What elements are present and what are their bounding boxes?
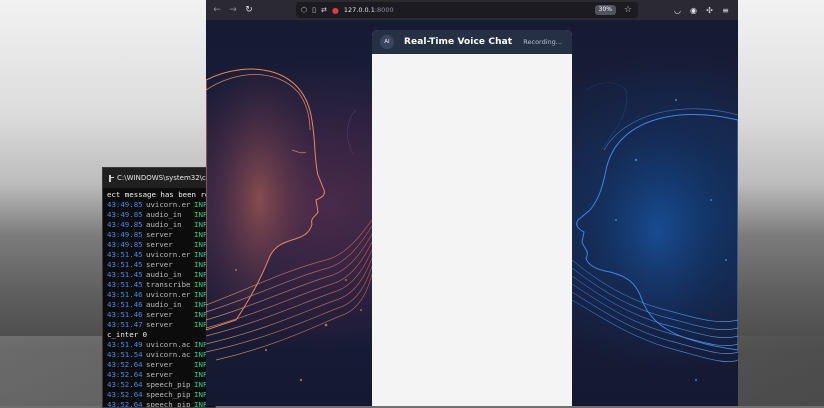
cmd-timestamp: 43:51.46 <box>107 290 143 299</box>
zoom-indicator[interactable]: 30% <box>594 5 616 15</box>
cmd-timestamp: 43:49.85 <box>107 230 143 239</box>
cmd-timestamp: 43:51.46 <box>107 310 143 319</box>
toolbar-right-icons: ◡ ◉ ✣ ≡ <box>673 0 730 20</box>
cmd-line: 43:49.85 audio_in INF <box>107 210 215 220</box>
reload-icon[interactable]: ↻ <box>241 5 257 15</box>
cmd-timestamp: 43:51.45 <box>107 270 143 279</box>
cmd-line: 43:49.85 audio_in INF <box>107 220 215 230</box>
cmd-text: c_inter 0 <box>107 330 148 339</box>
url-text[interactable]: 127.0.0.1:8000 <box>344 6 394 14</box>
chat-header: AI Real-Time Voice Chat Recording... <box>372 30 572 54</box>
cmd-line: 43:51.54 uvicorn.ac INF <box>107 350 215 360</box>
cmd-line: 43:51.45 audio_in INF <box>107 270 215 280</box>
url-port: :8000 <box>374 6 394 14</box>
cmd-line: 43:49.85 server INF <box>107 230 215 240</box>
cmd-line: c_inter 0 <box>107 330 215 340</box>
browser-window[interactable]: ← → ↻ ⬡ ▯ ⇄ ● 127.0.0.1:8000 30% ☆ ◡ ◉ ✣… <box>206 0 738 406</box>
cmd-module: server <box>146 370 173 379</box>
cmd-line: 43:51.45 transcribe INF <box>107 280 215 290</box>
cmd-line: 43:49.85 uvicorn.er INF <box>107 200 215 210</box>
browser-toolbar: ← → ↻ ⬡ ▯ ⇄ ● 127.0.0.1:8000 30% ☆ ◡ ◉ ✣… <box>206 0 738 20</box>
cmd-timestamp: 43:51.47 <box>107 320 143 329</box>
account-icon[interactable]: ◉ <box>689 6 698 15</box>
cmd-timestamp: 43:52.64 <box>107 360 143 369</box>
cmd-text: ect message has been re <box>107 190 210 199</box>
pocket-icon[interactable]: ◡ <box>673 6 682 15</box>
url-bar[interactable]: ⬡ ▯ ⇄ ● 127.0.0.1:8000 30% ☆ <box>296 2 638 18</box>
ai-avatar: AI <box>380 35 394 49</box>
cmd-module: speech_pip <box>146 400 191 408</box>
cmd-line: 43:51.46 uvicorn.er INF <box>107 290 215 300</box>
back-icon[interactable]: ← <box>209 5 225 15</box>
cmd-line: 43:51.46 server INF <box>107 310 215 320</box>
cmd-timestamp: 43:51.46 <box>107 300 143 309</box>
cmd-module: server <box>146 310 173 319</box>
cmd-line: 43:49.85 server INF <box>107 240 215 250</box>
cmd-module: server <box>146 230 173 239</box>
cmd-module: uvicorn.ac <box>146 340 191 349</box>
cmd-window[interactable]: C:\WINDOWS\system32\cmd. ect message has… <box>102 167 216 408</box>
cmd-module: speech_pip <box>146 380 191 389</box>
cmd-timestamp: 43:51.54 <box>107 350 143 359</box>
terminal-icon <box>109 174 114 182</box>
forward-icon[interactable]: → <box>225 5 241 15</box>
page-viewport: AI Real-Time Voice Chat Recording... <box>206 20 738 406</box>
cmd-module: uvicorn.er <box>146 290 191 299</box>
cmd-timestamp: 43:51.45 <box>107 260 143 269</box>
cmd-module: audio_in <box>146 300 182 309</box>
shield-icon[interactable]: ⬡ <box>301 6 307 14</box>
cmd-timestamp: 43:51.49 <box>107 340 143 349</box>
cmd-module: server <box>146 260 173 269</box>
cmd-line: 43:52.64 speech_pip INF <box>107 390 215 400</box>
bookmark-star-icon[interactable]: ☆ <box>624 2 632 18</box>
cmd-output: ect message has been re 43:49.85 uvicorn.e… <box>103 188 215 408</box>
cmd-module: uvicorn.er <box>146 250 191 259</box>
cmd-line: 43:51.46 audio_in INF <box>107 300 215 310</box>
cmd-module: server <box>146 360 173 369</box>
page-info-icon[interactable]: ▯ <box>312 6 316 14</box>
cmd-timestamp: 43:52.64 <box>107 390 143 399</box>
cmd-module: uvicorn.ac <box>146 350 191 359</box>
microphone-icon[interactable]: ● <box>332 6 339 15</box>
cmd-line: 43:51.45 server INF <box>107 260 215 270</box>
cmd-timestamp: 43:51.45 <box>107 280 143 289</box>
cmd-module: audio_in <box>146 270 182 279</box>
cmd-line: 43:51.49 uvicorn.ac INF <box>107 340 215 350</box>
chat-title: Real-Time Voice Chat <box>404 37 513 47</box>
cmd-timestamp: 43:52.64 <box>107 380 143 389</box>
cmd-module: server <box>146 240 173 249</box>
cmd-timestamp: 43:49.85 <box>107 210 143 219</box>
cmd-module: audio_in <box>146 220 182 229</box>
cmd-timestamp: 43:49.85 <box>107 220 143 229</box>
cmd-line: 43:51.45 uvicorn.er INF <box>107 250 215 260</box>
cmd-module: server <box>146 320 173 329</box>
cmd-module: uvicorn.er <box>146 200 191 209</box>
cmd-timestamp: 43:52.64 <box>107 400 143 408</box>
cmd-timestamp: 43:52.64 <box>107 370 143 379</box>
cmd-line: 43:52.64 speech_pip INF <box>107 400 215 408</box>
cmd-line: ect message has been re <box>107 190 215 200</box>
chat-messages-area[interactable] <box>372 54 572 406</box>
cmd-timestamp: 43:49.85 <box>107 240 143 249</box>
cmd-module: speech_pip <box>146 390 191 399</box>
cmd-line: 43:51.47 server INF <box>107 320 215 330</box>
menu-icon[interactable]: ≡ <box>721 6 730 15</box>
permissions-icon[interactable]: ⇄ <box>321 6 327 14</box>
extensions-icon[interactable]: ✣ <box>705 6 714 15</box>
recording-status: Recording... <box>523 38 562 46</box>
cmd-timestamp: 43:51.45 <box>107 250 143 259</box>
cmd-line: 43:52.64 speech_pip INF <box>107 380 215 390</box>
cmd-timestamp: 43:49.85 <box>107 200 143 209</box>
cmd-line: 43:52.64 server INF <box>107 370 215 380</box>
cmd-module: transcribe <box>146 280 191 289</box>
cmd-titlebar[interactable]: C:\WINDOWS\system32\cmd. <box>103 168 215 188</box>
cmd-module: audio_in <box>146 210 182 219</box>
cmd-line: 43:52.64 server INF <box>107 360 215 370</box>
url-host: 127.0.0.1 <box>343 6 375 14</box>
cmd-title: C:\WINDOWS\system32\cmd. <box>117 174 216 182</box>
voice-chat-panel: AI Real-Time Voice Chat Recording... <box>372 30 572 406</box>
